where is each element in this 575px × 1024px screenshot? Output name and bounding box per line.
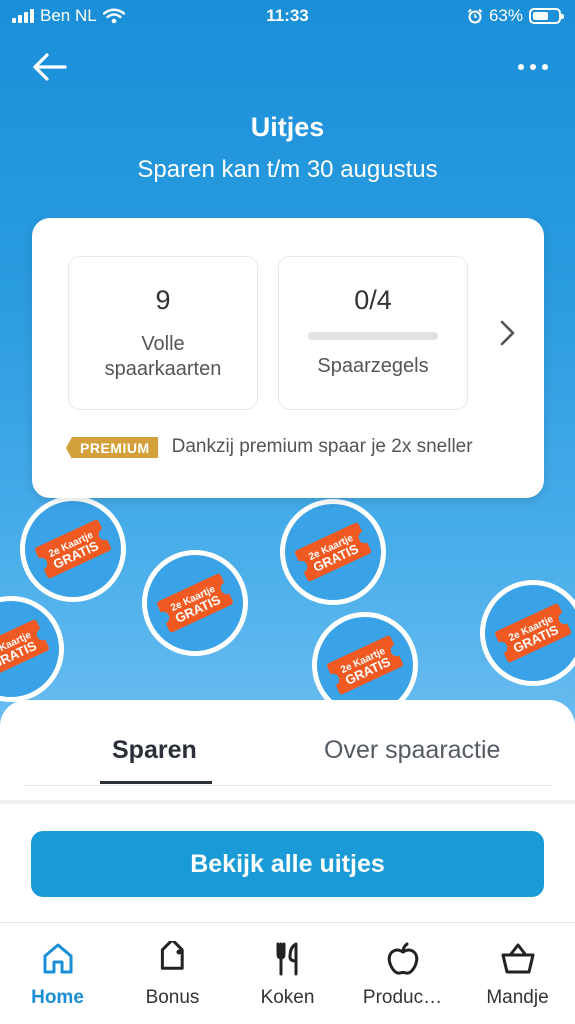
stamp-decoration: 2e Kaartje GRATIS <box>142 550 248 656</box>
cutlery-icon <box>276 942 297 976</box>
nav-label-home: Home <box>31 987 84 1008</box>
more-options-icon[interactable] <box>513 52 553 82</box>
battery-icon <box>529 8 564 24</box>
alarm-icon <box>467 8 483 24</box>
stamp-decoration: 2e Kaartje GRATIS <box>20 496 126 602</box>
chevron-right-icon[interactable] <box>492 316 522 350</box>
full-cards-stat[interactable]: 9 Volle spaarkaarten <box>68 256 258 410</box>
stamps-progress-bar <box>308 332 438 340</box>
view-all-outings-button[interactable]: Bekijk alle uitjes <box>31 831 544 897</box>
tab-sparen[interactable]: Sparen <box>112 736 197 765</box>
nav-label-producten: Produc… <box>362 987 443 1008</box>
nav-item-producten[interactable]: Produc… <box>345 941 460 1009</box>
content-sheet: Sparen Over spaaractie Bekijk alle uitje… <box>0 700 575 922</box>
page-title: Uitjes <box>250 112 325 142</box>
back-arrow-icon[interactable] <box>30 50 70 84</box>
nav-item-bonus[interactable]: Bonus <box>115 941 230 1009</box>
home-icon <box>43 943 72 974</box>
tag-icon <box>160 941 184 970</box>
stamps-stat[interactable]: 0/4 Spaarzegels <box>278 256 468 410</box>
status-bar: Ben NL 11:33 63% <box>0 0 575 34</box>
stamps-label: Spaarzegels <box>317 355 429 377</box>
full-cards-count: 9 <box>155 285 171 315</box>
nav-label-bonus: Bonus <box>145 987 200 1008</box>
premium-text: Dankzij premium spaar je 2x sneller <box>171 436 473 457</box>
basket-icon <box>501 943 534 974</box>
stamp-decoration: 2e Kaartje GRATIS <box>0 596 64 702</box>
divider <box>0 800 575 804</box>
nav-item-koken[interactable]: Koken <box>230 941 345 1009</box>
active-tab-indicator <box>100 781 212 784</box>
nav-item-mandje[interactable]: Mandje <box>460 941 575 1009</box>
stamp-decoration: 2e Kaartje GRATIS <box>280 499 386 605</box>
bottom-nav: Home Bonus Koken Produc… Mandje <box>0 922 575 1024</box>
nav-label-koken: Koken <box>260 987 315 1008</box>
stamp-decoration: 2e Kaartje GRATIS <box>480 580 575 686</box>
tab-over-spaaractie[interactable]: Over spaaractie <box>324 736 500 765</box>
nav-item-home[interactable]: Home <box>0 941 115 1009</box>
battery-fill <box>533 12 548 20</box>
status-right: 63% <box>467 6 564 26</box>
premium-row: PREMIUM Dankzij premium spaar je 2x snel… <box>66 436 473 459</box>
savings-card: 9 Volle spaarkaarten 0/4 Spaarzegels PRE… <box>32 218 544 498</box>
stamps-count: 0/4 <box>354 285 392 315</box>
apple-icon <box>387 942 418 975</box>
hero-banner: Ben NL 11:33 63% Uitjes Sparen kan t/m 3… <box>0 0 575 740</box>
nav-label-mandje: Mandje <box>486 987 549 1008</box>
full-cards-label: Volle spaarkaarten <box>104 333 222 380</box>
battery-percent: 63% <box>488 6 523 25</box>
page-subtitle: Sparen kan t/m 30 augustus <box>137 156 438 183</box>
premium-badge: PREMIUM <box>66 436 158 459</box>
tab-bar: Sparen Over spaaractie <box>24 700 551 786</box>
